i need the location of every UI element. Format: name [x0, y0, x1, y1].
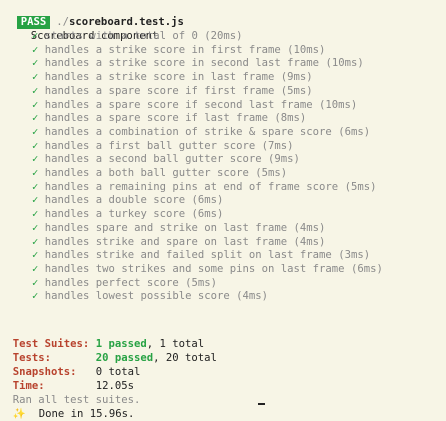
checkmark-icon: ✓ — [32, 98, 39, 111]
test-duration: (5ms) — [344, 180, 377, 193]
test-result-row: ✓ handles strike and spare on last frame… — [32, 236, 325, 250]
test-duration: (6ms) — [191, 208, 224, 221]
test-name: handles a remaining pins at end of frame… — [44, 180, 339, 193]
test-duration: (6ms) — [350, 262, 383, 275]
test-duration: (9ms) — [268, 153, 300, 166]
summary-time: Time: 12.05s — [0, 366, 134, 392]
test-result-row: ✓ handles perfect score (5ms) — [32, 277, 217, 291]
test-result-row: ✓ handles spare and strike on last frame… — [32, 222, 325, 236]
test-name: handles spare and strike on last frame — [44, 221, 288, 234]
summary-tests-total: , 20 total — [153, 351, 217, 364]
test-name: handles a spare score if last frame — [44, 112, 269, 125]
test-duration: (20ms) — [204, 30, 243, 42]
sparkles-icon: ✨ — [12, 407, 26, 420]
suite-title: Scoreboard component — [18, 16, 159, 42]
test-duration: (4ms) — [236, 290, 269, 303]
checkmark-icon: ✓ — [32, 194, 39, 207]
test-name: starts with a total of 0 — [44, 30, 198, 42]
test-result-row: ✓ handles a strike score in first frame … — [32, 44, 325, 58]
test-name: handles strike and failed split on last … — [44, 249, 332, 262]
checkmark-icon: ✓ — [32, 262, 39, 275]
test-result-row: ✓ handles a second ball gutter score (9m… — [32, 153, 300, 167]
checkmark-icon: ✓ — [32, 153, 39, 166]
test-name: handles a spare score if first frame — [44, 84, 275, 97]
checkmark-icon: ✓ — [32, 290, 39, 303]
checkmark-icon: ✓ — [32, 276, 39, 289]
test-name: handles a strike score in second last fr… — [44, 57, 320, 70]
test-name: handles a first ball gutter score — [44, 139, 256, 152]
test-name: handles a combination of strike & spare … — [44, 125, 332, 138]
checkmark-icon: ✓ — [32, 30, 39, 42]
test-name: handles lowest possible score — [44, 290, 230, 303]
checkmark-icon: ✓ — [32, 221, 39, 234]
test-result-row: ✓ handles a remaining pins at end of fra… — [32, 181, 376, 195]
test-duration: (5ms) — [255, 167, 288, 179]
test-result-row: ✓ handles two strikes and some pins on l… — [32, 263, 383, 277]
checkmark-icon: ✓ — [32, 84, 39, 97]
test-name: handles a both ball gutter score — [44, 167, 249, 179]
checkmark-icon: ✓ — [32, 167, 39, 179]
test-name: handles a spare score if second last fra… — [44, 98, 313, 111]
done-text: Done in 15.96s. — [38, 407, 135, 420]
test-name: handles a second ball gutter score — [44, 153, 262, 166]
checkmark-icon: ✓ — [32, 139, 39, 152]
test-result-row: ✓ handles a both ball gutter score (5ms) — [32, 167, 287, 181]
test-result-row: ✓ handles a combination of strike & spar… — [32, 126, 370, 140]
checkmark-icon: ✓ — [32, 43, 39, 56]
test-duration: (8ms) — [274, 112, 307, 125]
summary-snapshots: Snapshots: 0 total — [0, 352, 141, 378]
summary-suites: Test Suites: 1 passed, 1 total — [0, 324, 204, 350]
test-name: handles a strike score in last frame — [44, 71, 275, 84]
test-name: handles a double score — [44, 194, 186, 207]
checkmark-icon: ✓ — [32, 208, 39, 221]
checkmark-icon: ✓ — [32, 235, 39, 248]
checkmark-icon: ✓ — [32, 180, 39, 193]
test-duration: (6ms) — [338, 125, 371, 138]
test-result-row: ✓ handles a spare score if second last f… — [32, 99, 357, 113]
test-result-row: ✓ handles a turkey score (6ms) — [32, 208, 223, 222]
summary-tests: Tests: 20 passed, 20 total — [0, 338, 217, 364]
test-name: handles a strike score in first frame — [44, 43, 281, 56]
test-duration: (10ms) — [325, 57, 364, 70]
test-duration: (3ms) — [338, 249, 371, 262]
test-duration: (10ms) — [319, 98, 358, 111]
test-name: handles a turkey score — [44, 208, 186, 221]
test-result-row: ✓ starts with a total of 0 (20ms) — [32, 30, 243, 44]
checkmark-icon: ✓ — [32, 125, 39, 138]
test-name: handles two strikes and some pins on las… — [44, 262, 345, 275]
test-name: handles strike and spare on last frame — [44, 235, 288, 248]
test-duration: (4ms) — [293, 235, 326, 248]
test-duration: (5ms) — [280, 84, 313, 97]
test-result-row: ✓ handles strike and failed split on las… — [32, 249, 370, 263]
test-name: handles perfect score — [44, 276, 179, 289]
test-duration: (7ms) — [261, 139, 294, 152]
test-result-row: ✓ handles a double score (6ms) — [32, 194, 223, 208]
checkmark-icon: ✓ — [32, 71, 39, 84]
checkmark-icon: ✓ — [32, 112, 39, 125]
test-result-row: ✓ handles a strike score in second last … — [32, 57, 364, 71]
test-duration: (9ms) — [280, 71, 313, 84]
checkmark-icon: ✓ — [32, 57, 39, 70]
test-result-row: ✓ handles a first ball gutter score (7ms… — [32, 140, 294, 154]
done-line: ✨ Done in 15.96s. — [0, 394, 135, 420]
terminal-cursor-icon — [258, 403, 265, 405]
test-result-row: ✓ handles a strike score in last frame (… — [32, 71, 313, 85]
checkmark-icon: ✓ — [32, 249, 39, 262]
test-duration: (10ms) — [287, 43, 326, 56]
test-duration: (5ms) — [185, 276, 217, 289]
ran-all-line: Ran all test suites. — [0, 380, 141, 406]
test-result-row: ✓ handles a spare score if last frame (8… — [32, 112, 306, 126]
test-result-row: ✓ handles a spare score if first frame (… — [32, 85, 313, 99]
test-duration: (6ms) — [191, 194, 224, 207]
test-result-row: ✓ handles lowest possible score (4ms) — [32, 290, 268, 304]
test-duration: (4ms) — [293, 221, 326, 234]
test-file-header: PASS ./scoreboard.test.js — [0, 2, 184, 29]
